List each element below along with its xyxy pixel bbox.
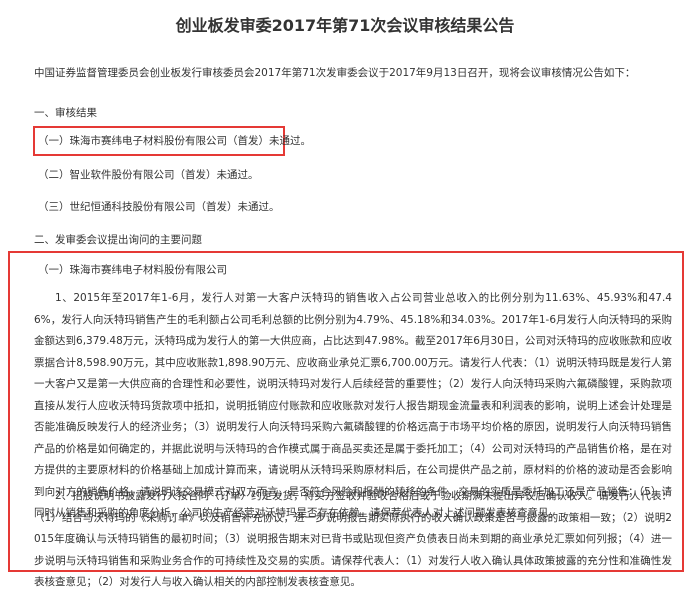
question-company-heading: （一）珠海市赛纬电子材料股份有限公司 (38, 264, 227, 276)
result-item-shijihengtong: （三）世纪恒通科技股份有限公司（首发）未通过。 (38, 201, 280, 213)
section-heading-results: 一、审核结果 (34, 107, 97, 119)
result-item-zhiye: （二）智业软件股份有限公司（首发）未通过。 (38, 169, 259, 181)
question-2-paragraph: 2、招股说明书披露发行人按合同（订单）约定发货，待买方签收并验收合格后或于验收期… (34, 490, 672, 588)
intro-paragraph: 中国证券监督管理委员会创业板发行审核委员会2017年第71次发审委会议于2017… (34, 67, 636, 79)
section-heading-questions: 二、发审委会议提出询问的主要问题 (34, 234, 202, 246)
result-item-saiwei: （一）珠海市赛纬电子材料股份有限公司（首发）未通过。 (38, 135, 311, 147)
page-title: 创业板发审委2017年第71次会议审核结果公告 (175, 16, 515, 35)
